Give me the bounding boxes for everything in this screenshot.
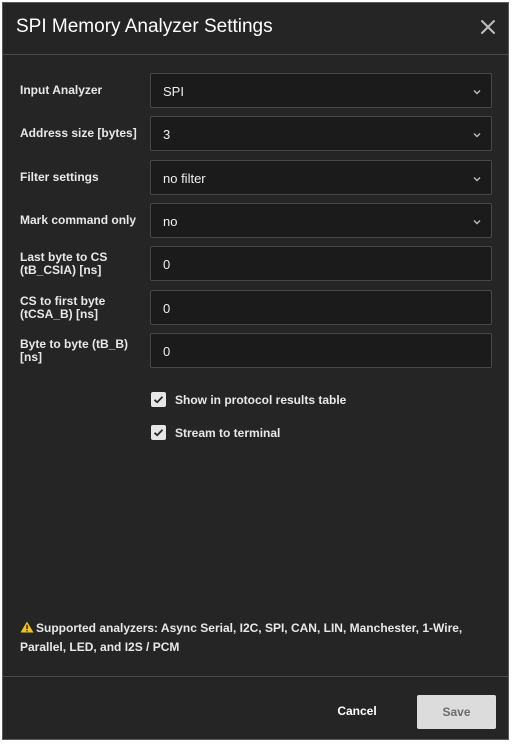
filter-settings-label: Filter settings (20, 170, 99, 184)
filter-settings-value: no filter (163, 171, 206, 186)
warning-icon (20, 621, 34, 633)
last-byte-to-cs-value: 0 (163, 257, 171, 272)
cs-to-first-byte-input[interactable]: 0 (150, 290, 492, 325)
save-button[interactable]: Save (417, 695, 496, 729)
mark-command-label: Mark command only (20, 213, 137, 227)
stream-to-terminal-option[interactable]: Stream to terminal (150, 425, 310, 443)
mark-command-select[interactable]: no (150, 203, 492, 238)
cs-to-first-byte-value: 0 (163, 301, 171, 316)
address-size-value: 3 (163, 127, 171, 142)
address-size-select[interactable]: 3 (150, 116, 492, 151)
chevron-down-icon (473, 177, 481, 182)
byte-to-byte-value: 0 (163, 344, 171, 359)
input-analyzer-value: SPI (163, 84, 184, 99)
setting-address-size: Address size [bytes] 3 (3, 116, 508, 152)
cancel-button[interactable]: Cancel (325, 696, 389, 726)
last-byte-to-cs-input[interactable]: 0 (150, 246, 492, 281)
last-byte-to-cs-label: Last byte to CS (tB_CSIA) [ns] (20, 250, 108, 277)
dialog-header: SPI Memory Analyzer Settings (3, 3, 508, 55)
chevron-down-icon (473, 90, 481, 95)
setting-filter: Filter settings no filter (3, 160, 508, 196)
input-analyzer-select[interactable]: SPI (150, 73, 492, 108)
setting-byte-to-byte: Byte to byte (tB_B) [ns] 0 (3, 333, 508, 369)
mark-command-value: no (163, 214, 178, 229)
filter-settings-select[interactable]: no filter (150, 160, 492, 195)
setting-input-analyzer: Input Analyzer SPI (3, 73, 508, 109)
byte-to-byte-label: Byte to byte (tB_B) [ns] (20, 337, 129, 364)
supported-analyzers-text: Supported analyzers: Async Serial, I2C, … (20, 621, 463, 654)
checkmark-icon (153, 429, 164, 437)
byte-to-byte-input[interactable]: 0 (150, 333, 492, 368)
checkmark-icon (153, 396, 164, 404)
supported-analyzers-note: Supported analyzers: Async Serial, I2C, … (20, 619, 480, 657)
address-size-label: Address size [bytes] (20, 126, 137, 140)
show-in-results-option[interactable]: Show in protocol results table (150, 392, 390, 410)
close-icon (481, 20, 495, 34)
chevron-down-icon (473, 220, 481, 225)
stream-to-terminal-checkbox[interactable] (151, 425, 166, 440)
cs-to-first-byte-label: CS to first byte (tCSA_B) [ns] (20, 294, 106, 321)
chevron-down-icon (473, 133, 481, 138)
setting-last-byte-to-cs: Last byte to CS (tB_CSIA) [ns] 0 (3, 246, 508, 282)
show-in-results-checkbox[interactable] (151, 392, 166, 407)
setting-mark-command: Mark command only no (3, 203, 508, 239)
close-button[interactable] (476, 15, 500, 39)
dialog-title: SPI Memory Analyzer Settings (16, 16, 273, 37)
input-analyzer-label: Input Analyzer (20, 83, 103, 97)
show-in-results-label: Show in protocol results table (175, 393, 347, 407)
settings-dialog: SPI Memory Analyzer Settings Input Analy… (2, 2, 509, 740)
stream-to-terminal-label: Stream to terminal (175, 426, 281, 440)
setting-cs-to-first-byte: CS to first byte (tCSA_B) [ns] 0 (3, 290, 508, 326)
dialog-footer: Cancel Save (3, 676, 508, 739)
